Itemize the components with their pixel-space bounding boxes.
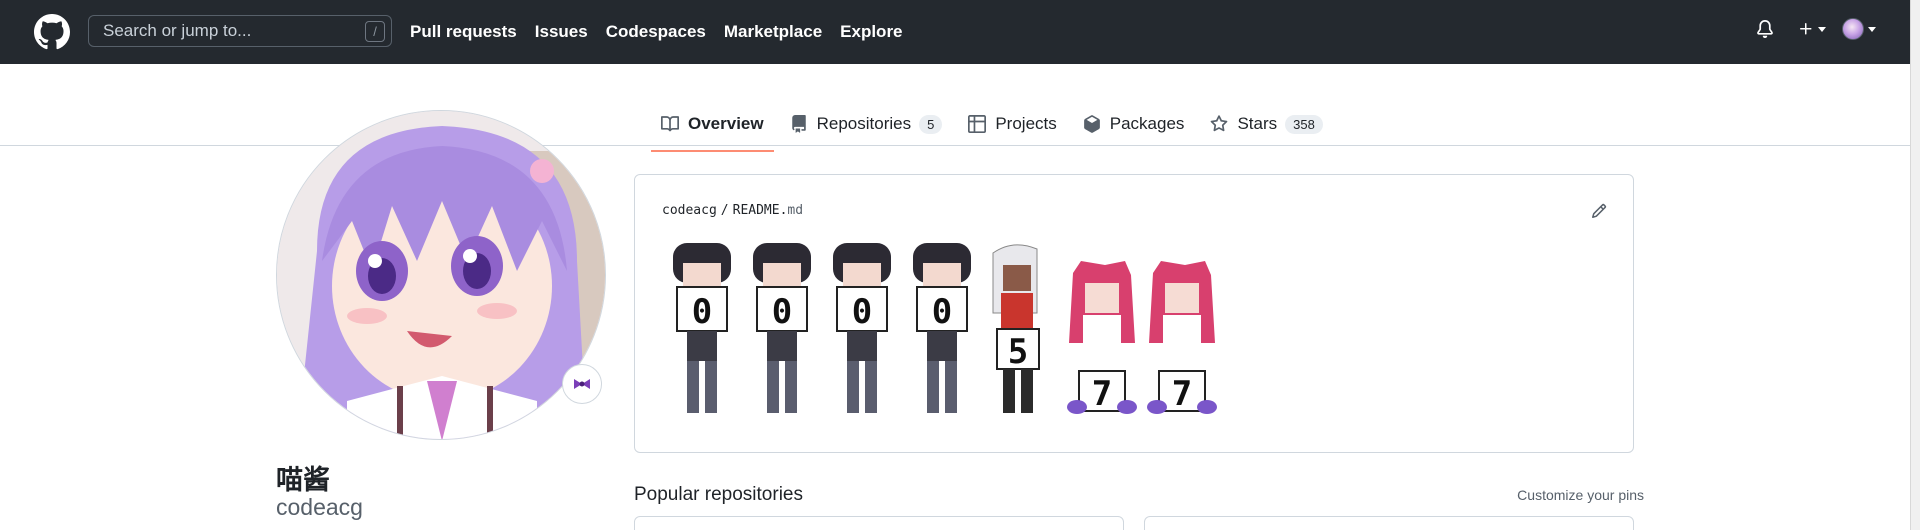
popular-repositories-heading: Popular repositories (634, 484, 803, 505)
bow-icon (574, 379, 590, 389)
tab-label: Packages (1109, 114, 1185, 133)
tab-stars[interactable]: Stars 358 (1200, 106, 1332, 142)
profile-view-counter-image: 0 0 0 0 5 7 7 (673, 243, 1217, 414)
github-logo-icon[interactable] (34, 14, 70, 50)
counter-digit: 7 (1092, 374, 1112, 414)
counter-digit: 5 (1008, 332, 1028, 372)
search-input[interactable]: Search or jump to... / (88, 15, 392, 47)
pencil-icon (1591, 203, 1607, 219)
tab-label: Projects (995, 114, 1057, 133)
chevron-down-icon (1868, 26, 1876, 32)
package-icon (1083, 115, 1100, 133)
table-icon (968, 115, 987, 133)
repositories-count-badge: 5 (919, 114, 943, 134)
header-nav: Pull requests Issues Codespaces Marketpl… (410, 0, 921, 64)
profile-tabs-bar: Overview Repositories 5 Projects Package… (0, 64, 1910, 152)
search-shortcut-key: / (365, 21, 385, 42)
counter-figure: 0 (753, 243, 811, 413)
nav-codespaces[interactable]: Codespaces (606, 22, 706, 42)
counter-digit: 0 (852, 292, 872, 332)
nav-pull-requests[interactable]: Pull requests (410, 22, 517, 42)
tab-projects[interactable]: Projects (958, 106, 1066, 142)
readme-owner-link[interactable]: codeacg (662, 203, 717, 218)
readme-path: codeacg / README.md (662, 203, 803, 218)
tab-label: Overview (688, 114, 764, 133)
customize-pins-link[interactable]: Customize your pins (1517, 487, 1644, 503)
profile-name: 喵酱 (276, 465, 330, 495)
user-menu-dropdown[interactable] (1842, 18, 1876, 40)
tab-label: Repositories (816, 114, 912, 133)
tab-packages[interactable]: Packages (1073, 106, 1195, 142)
counter-digit: 0 (772, 292, 792, 332)
stars-count-badge: 358 (1285, 114, 1323, 134)
header-actions (1756, 18, 1876, 40)
counter-digit: 0 (932, 292, 952, 332)
anime-girl-avatar-image (277, 111, 605, 439)
counter-figure: 5 (992, 244, 1040, 413)
readme-file-link[interactable]: README.md (733, 203, 803, 218)
tab-label: Stars (1237, 114, 1278, 133)
counter-figure: 0 (833, 243, 891, 413)
bell-icon[interactable] (1756, 19, 1774, 39)
star-icon (1211, 115, 1228, 132)
pinned-repo-card[interactable] (1144, 516, 1634, 530)
search-placeholder: Search or jump to... (103, 21, 252, 40)
avatar (1842, 18, 1864, 40)
scrollbar[interactable] (1910, 0, 1920, 530)
chevron-down-icon (1818, 26, 1826, 32)
edit-readme-button[interactable] (1591, 203, 1607, 224)
nav-explore[interactable]: Explore (840, 22, 902, 42)
counter-figure: 7 (1147, 261, 1217, 414)
nav-marketplace[interactable]: Marketplace (724, 22, 822, 42)
nav-issues[interactable]: Issues (535, 22, 588, 42)
create-new-dropdown[interactable] (1798, 21, 1826, 37)
global-header: Search or jump to... / Pull requests Iss… (0, 0, 1910, 64)
profile-login: codeacg (276, 494, 363, 520)
plus-icon (1800, 23, 1812, 35)
counter-figure: 7 (1067, 261, 1137, 414)
profile-avatar[interactable] (276, 110, 606, 440)
counter-digit: 7 (1172, 374, 1192, 414)
profile-tabs: Overview Repositories 5 Projects Package… (651, 106, 1339, 152)
pinned-repo-card[interactable] (634, 516, 1124, 530)
counter-digit: 0 (692, 292, 712, 332)
readme-card: codeacg / README.md 0 0 0 0 5 7 7 (634, 174, 1634, 453)
tab-repositories[interactable]: Repositories 5 (780, 106, 953, 142)
path-separator: / (720, 203, 729, 218)
set-status-button[interactable] (562, 364, 602, 404)
counter-figure: 0 (913, 243, 971, 413)
counter-figure: 0 (673, 243, 731, 413)
book-icon (661, 116, 679, 132)
tab-overview[interactable]: Overview (651, 106, 774, 152)
repo-icon (791, 115, 806, 133)
